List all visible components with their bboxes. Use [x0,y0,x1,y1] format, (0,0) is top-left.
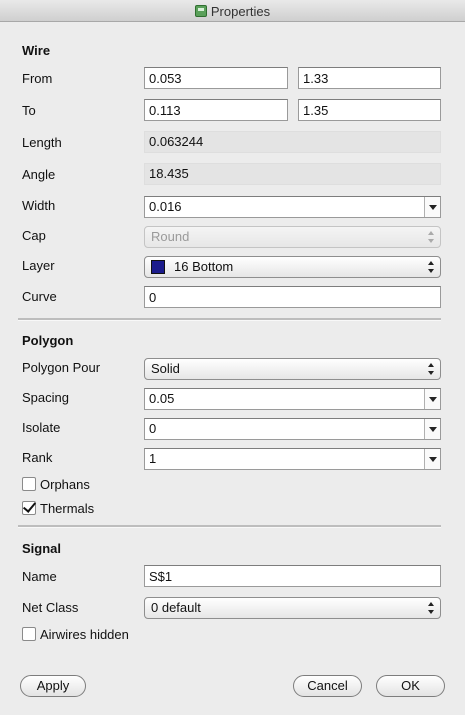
width-dropdown-button[interactable] [424,197,440,217]
name-label: Name [22,569,57,584]
isolate-dropdown-button[interactable] [424,419,440,439]
to-y-input[interactable] [298,99,441,121]
updown-arrows-icon [427,261,435,273]
chevron-down-icon [428,456,437,462]
section-title-wire: Wire [22,43,51,58]
updown-arrows-icon [427,231,435,243]
net-class-select[interactable]: 0 default [144,597,441,619]
section-title-signal: Signal [22,541,62,556]
updown-arrows-icon [427,602,435,614]
width-label: Width [22,198,56,213]
separator [18,525,441,528]
orphans-checkbox[interactable] [22,477,36,491]
cap-label: Cap [22,228,46,243]
title-bar[interactable]: Properties [0,0,465,22]
signal-name-input[interactable] [144,565,441,587]
to-x-input[interactable] [144,99,288,121]
app-icon [194,5,207,17]
width-combo[interactable]: 0.016 [144,196,441,218]
curve-label: Curve [22,289,57,304]
thermals-checkbox-row[interactable]: Thermals [22,500,94,516]
angle-label: Angle [22,167,56,182]
length-label: Length [22,135,62,150]
polygon-pour-label: Polygon Pour [22,360,101,375]
separator [18,318,441,321]
rank-combo[interactable]: 1 [144,448,441,470]
polygon-pour-select[interactable]: Solid [144,358,441,380]
isolate-combo[interactable]: 0 [144,418,441,440]
spacing-combo-value: 0.05 [149,391,175,406]
airwires-hidden-label: Airwires hidden [40,626,129,642]
from-label: From [22,71,53,86]
window-title: Properties [210,3,271,19]
orphans-label: Orphans [40,476,90,492]
chevron-down-icon [428,396,437,402]
orphans-checkbox-row[interactable]: Orphans [22,476,90,492]
net-class-label: Net Class [22,600,79,615]
thermals-checkbox[interactable] [22,501,36,515]
layer-color-swatch [151,260,165,274]
spacing-combo[interactable]: 0.05 [144,388,441,410]
ok-button[interactable]: OK [376,675,445,697]
spacing-dropdown-button[interactable] [424,389,440,409]
rank-combo-value: 1 [149,451,157,466]
airwires-hidden-checkbox[interactable] [22,627,36,641]
airwires-checkbox-row[interactable]: Airwires hidden [22,626,129,642]
apply-button[interactable]: Apply [20,675,86,697]
updown-arrows-icon [427,363,435,375]
width-combo-value: 0.016 [149,199,182,214]
thermals-label: Thermals [40,500,95,516]
spacing-label: Spacing [22,390,69,405]
to-label: To [22,103,36,118]
isolate-combo-value: 0 [149,421,157,436]
length-value: 0.063244 [144,131,441,153]
cancel-button[interactable]: Cancel [293,675,362,697]
polygon-pour-value: Solid [151,361,180,376]
angle-value: 18.435 [144,163,441,185]
chevron-down-icon [428,204,437,210]
rank-dropdown-button[interactable] [424,449,440,469]
layer-label: Layer [22,258,55,273]
chevron-down-icon [428,426,437,432]
layer-select[interactable]: 16 Bottom [144,256,441,278]
curve-input[interactable] [144,286,441,308]
from-x-input[interactable] [144,67,288,89]
net-class-value: 0 default [151,600,201,615]
cap-select: Round [144,226,441,248]
rank-label: Rank [22,450,53,465]
cap-select-value: Round [151,229,190,244]
layer-select-value: 16 Bottom [174,259,234,274]
from-y-input[interactable] [298,67,441,89]
isolate-label: Isolate [22,420,61,435]
section-title-polygon: Polygon [22,333,74,348]
